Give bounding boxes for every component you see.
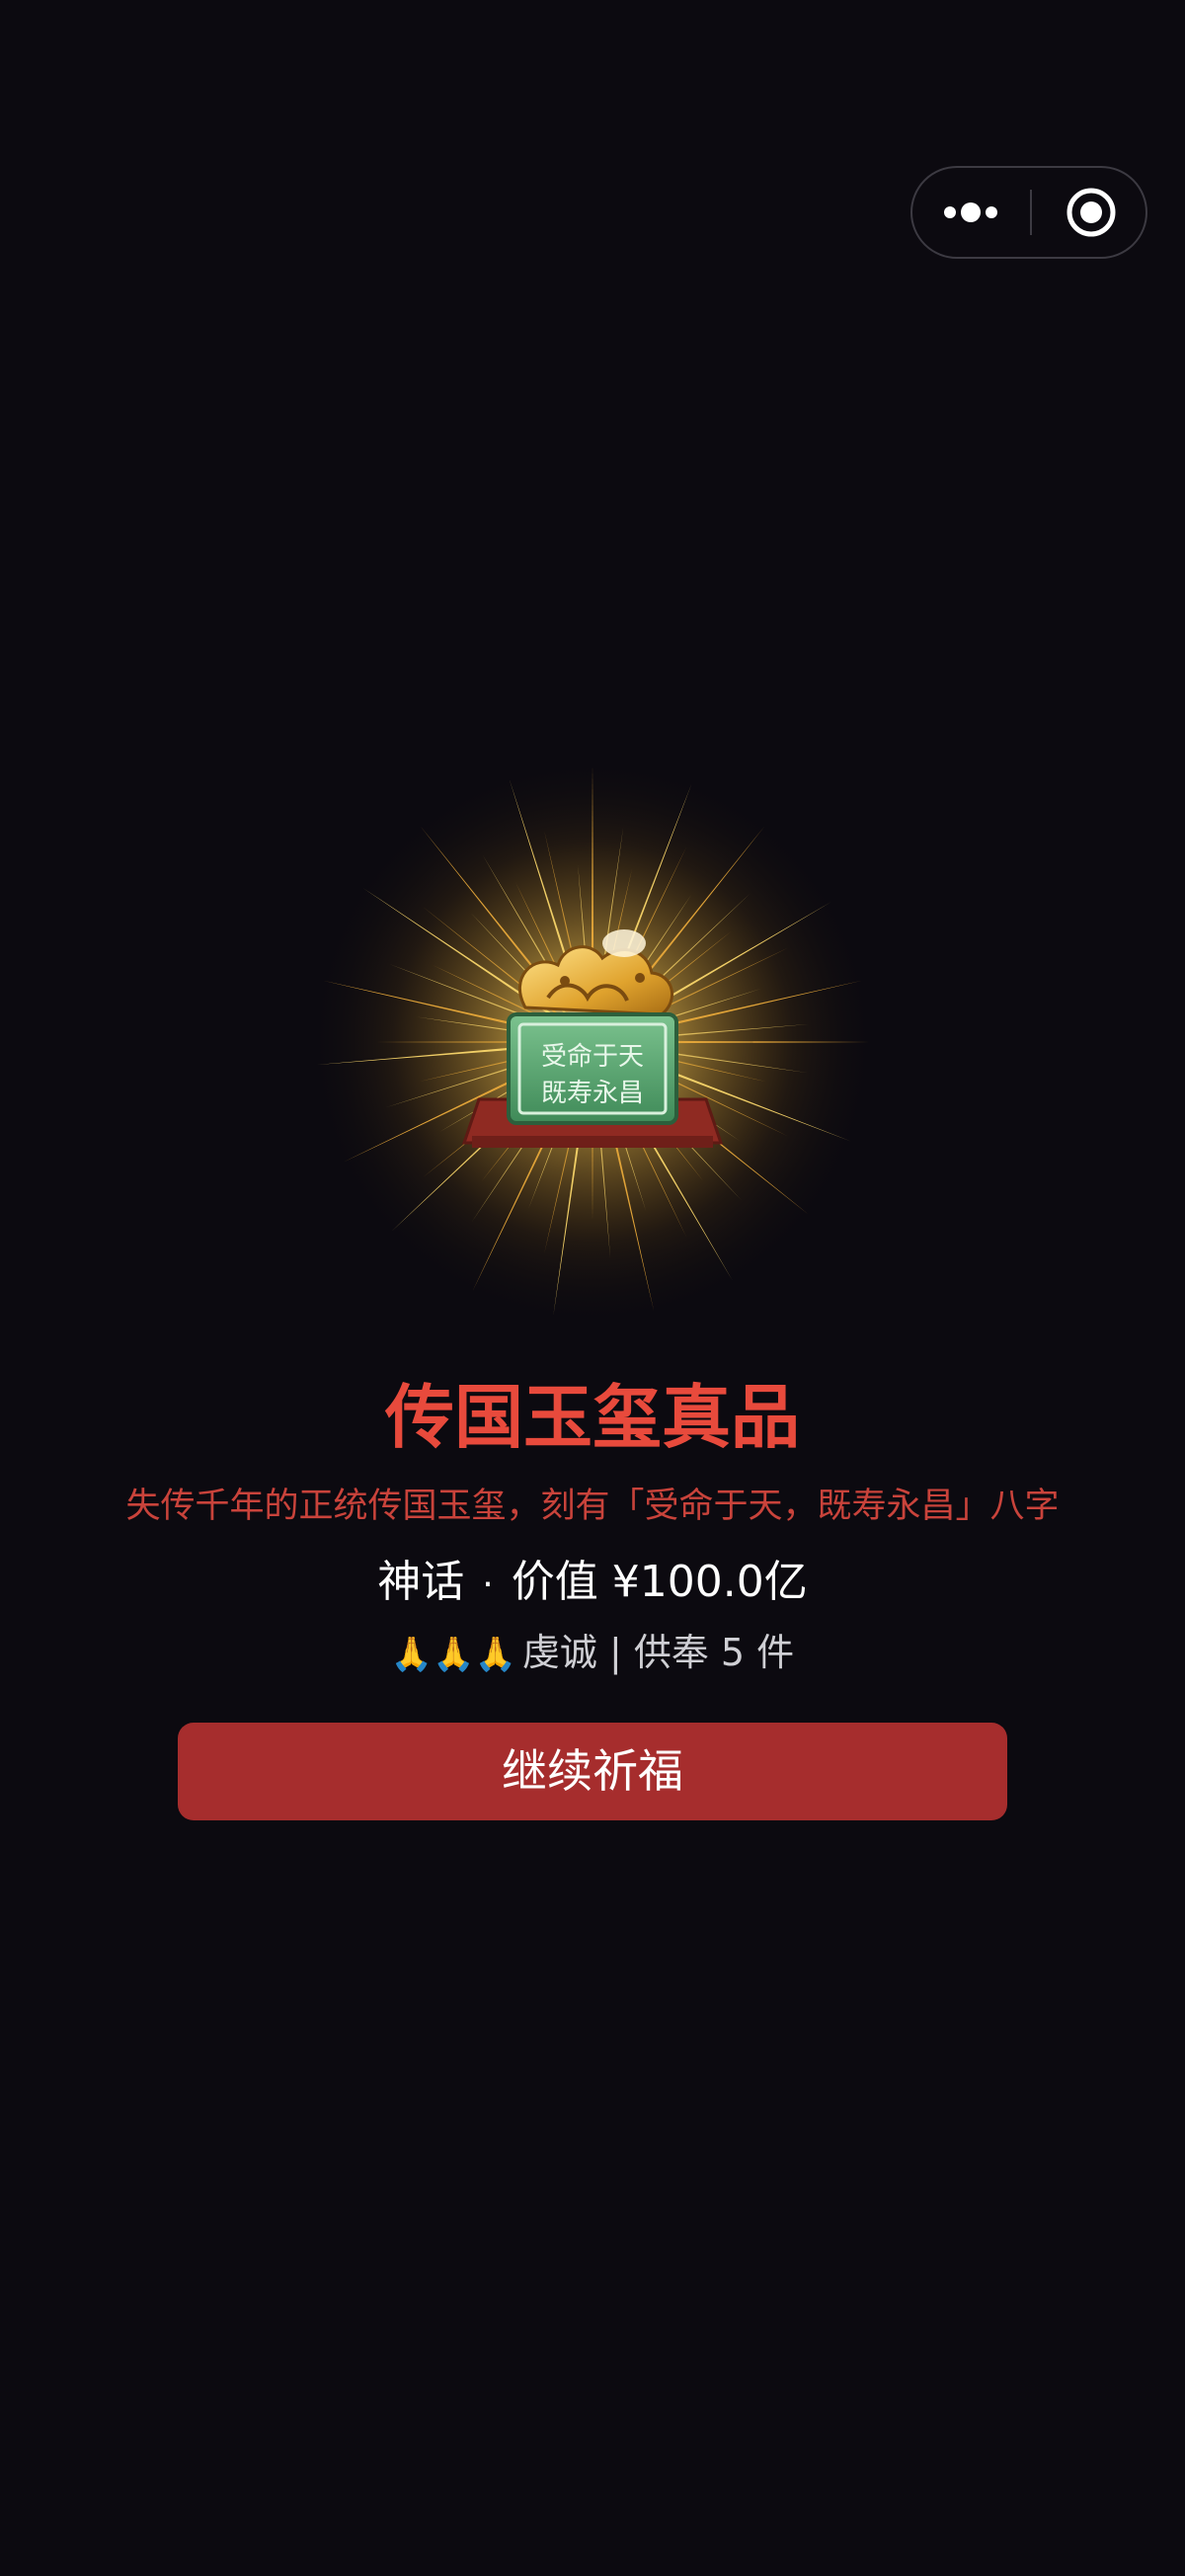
- artifact-title: 传国玉玺真品: [385, 1377, 800, 1458]
- value-label: 价值 ¥100.0亿: [511, 1557, 808, 1607]
- more-dots-icon: [944, 202, 997, 222]
- rarity-label: 神话: [377, 1557, 465, 1607]
- devotion-text: 虔诚 | 供奉 5 件: [521, 1631, 795, 1674]
- more-button[interactable]: [912, 168, 1030, 257]
- continue-blessing-button[interactable]: 继续祈福: [178, 1723, 1007, 1820]
- artifact-image: 受命于天 既寿永昌: [306, 756, 879, 1328]
- close-button[interactable]: [1032, 168, 1147, 257]
- artifact-meta: 神话 · 价值 ¥100.0亿: [0, 1551, 1185, 1617]
- seal-inscription-line2: 既寿永昌: [541, 1079, 644, 1108]
- meta-separator: ·: [482, 1565, 494, 1605]
- artifact-description: 失传千年的正统传国玉玺，刻有「受命于天，既寿永昌」八字: [125, 1487, 1060, 1526]
- devotion-line: 🙏🙏🙏 虔诚 | 供奉 5 件: [0, 1625, 1185, 1682]
- mini-program-capsule: [910, 166, 1147, 259]
- target-close-icon: [1066, 188, 1116, 237]
- jade-seal-icon: 受命于天 既寿永昌: [306, 756, 879, 1328]
- praying-hands-icon: 🙏🙏🙏: [390, 1635, 516, 1674]
- seal-inscription-line1: 受命于天: [541, 1042, 644, 1072]
